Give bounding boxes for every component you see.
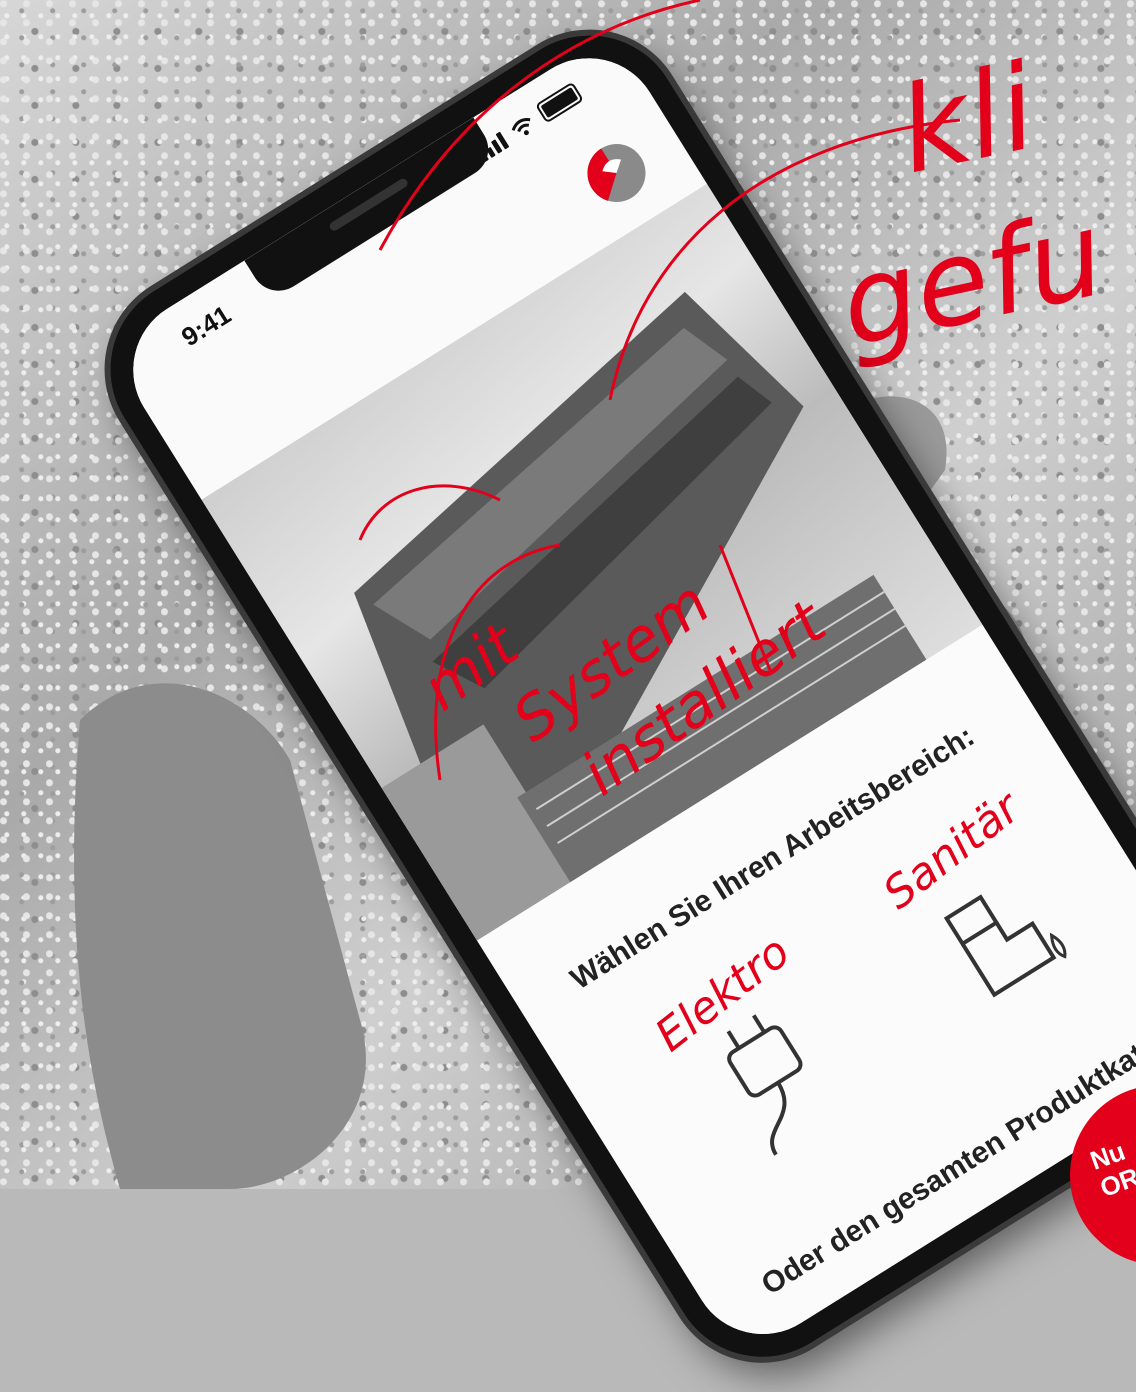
logo-icon[interactable] <box>574 130 659 215</box>
wifi-icon <box>511 118 531 136</box>
battery-icon <box>534 81 584 124</box>
scrawl-line-1: kli <box>887 37 1047 201</box>
promo-badge-text: Nu OR <box>1086 1135 1136 1203</box>
tile-sanitaer[interactable]: Sanitär <box>862 782 1121 1047</box>
tile-elektro[interactable]: Elektro <box>633 925 892 1190</box>
status-time: 9:41 <box>176 299 237 353</box>
